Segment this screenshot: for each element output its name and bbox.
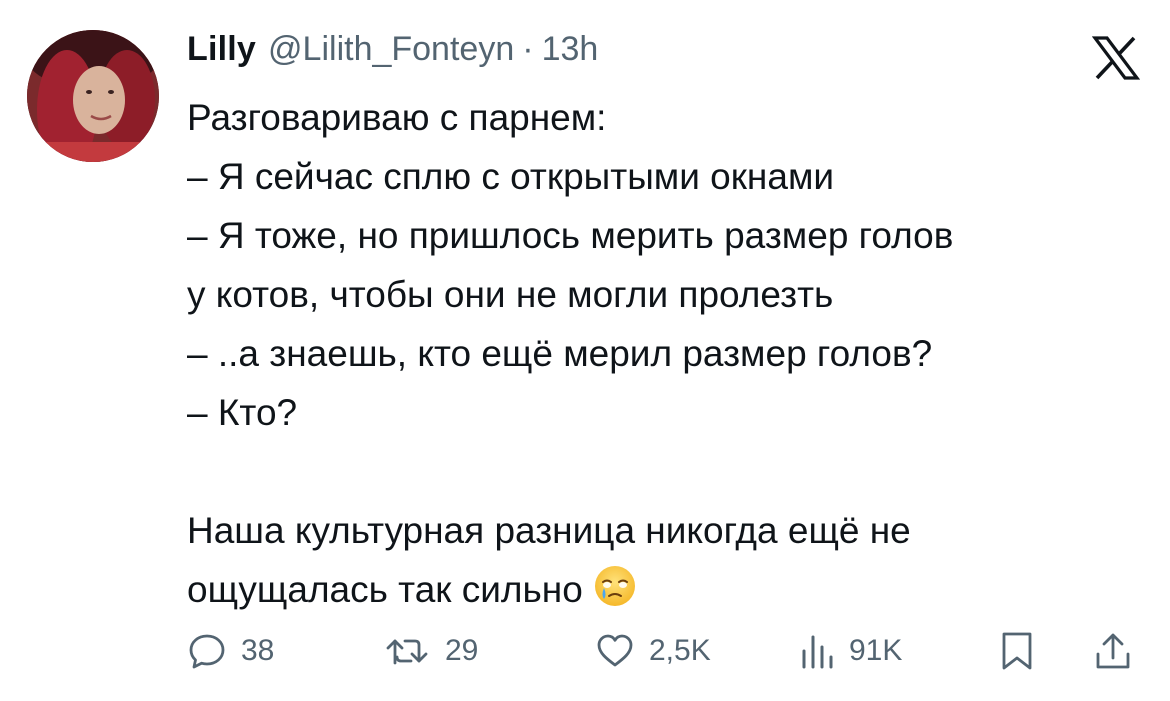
tweet-line: – Кто? bbox=[187, 392, 298, 433]
tweet-line: – Я сейчас сплю с открытыми окнами bbox=[187, 156, 835, 197]
views-button[interactable]: 91K bbox=[799, 626, 902, 676]
timestamp[interactable]: 13h bbox=[542, 30, 599, 69]
reply-count: 38 bbox=[241, 634, 275, 667]
heart-icon bbox=[597, 634, 633, 667]
x-logo-icon[interactable] bbox=[1092, 36, 1140, 80]
action-bar: 38 29 2,5K 91K bbox=[187, 626, 1142, 676]
separator-dot: · bbox=[522, 30, 534, 68]
tweet-line: Наша культурная разница никогда ещё не bbox=[187, 510, 911, 551]
views-count: 91K bbox=[849, 634, 903, 667]
display-name[interactable]: Lilly bbox=[187, 30, 256, 69]
reply-icon bbox=[189, 634, 225, 669]
share-icon bbox=[1096, 633, 1130, 669]
user-handle[interactable]: @Lilith_Fonteyn bbox=[268, 30, 514, 69]
tweet-line: у котов, чтобы они не могли пролезть bbox=[187, 274, 834, 315]
tweet-header: Lilly @Lilith_Fonteyn · 13h bbox=[187, 30, 598, 78]
retweet-button[interactable]: 29 bbox=[385, 626, 478, 676]
tweet-line-last: ощущалась так сильно bbox=[187, 560, 1147, 619]
like-button[interactable]: 2,5K bbox=[595, 626, 711, 676]
tweet-line: – ..а знаешь, кто ещё мерил размер голов… bbox=[187, 333, 933, 374]
face-holding-back-tears-icon bbox=[594, 566, 635, 606]
tweet-line: Разговариваю с парнем: bbox=[187, 97, 607, 138]
tweet-line: – Я тоже, но пришлось мерить размер голо… bbox=[187, 215, 954, 256]
avatar-image bbox=[27, 30, 159, 162]
retweet-count: 29 bbox=[445, 634, 479, 667]
tweet-text: Разговариваю с парнем: – Я сейчас сплю с… bbox=[187, 88, 1147, 619]
share-button[interactable] bbox=[1093, 626, 1133, 676]
tweet-line-text: ощущалась так сильно bbox=[187, 569, 583, 610]
avatar[interactable] bbox=[27, 30, 159, 162]
like-count: 2,5K bbox=[649, 634, 711, 667]
bookmark-button[interactable] bbox=[999, 626, 1035, 676]
retweet-icon bbox=[386, 639, 428, 665]
bookmark-icon bbox=[1002, 632, 1032, 670]
reply-button[interactable]: 38 bbox=[187, 626, 274, 676]
views-icon bbox=[802, 635, 833, 669]
tweet-card: Lilly @Lilith_Fonteyn · 13h Разговариваю… bbox=[0, 0, 1170, 701]
